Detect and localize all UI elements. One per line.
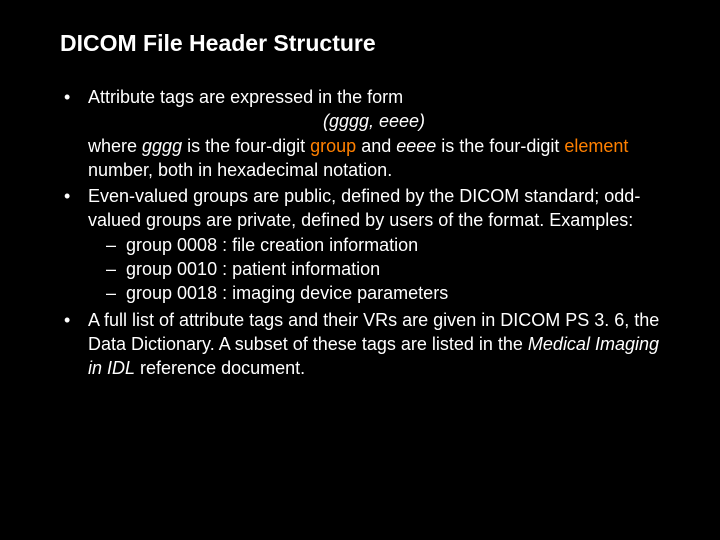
- sub-item: group 0008 : file creation information: [106, 233, 660, 257]
- bullet-item: Attribute tags are expressed in the form…: [60, 85, 660, 182]
- bullet-text: Even-valued groups are public, defined b…: [88, 186, 640, 230]
- sub-item: group 0010 : patient information: [106, 257, 660, 281]
- sub-list: group 0008 : file creation information g…: [106, 233, 660, 306]
- bullet-item: A full list of attribute tags and their …: [60, 308, 660, 381]
- tag-form-notation: (gggg, eeee): [88, 109, 660, 133]
- var-gggg: gggg: [142, 136, 182, 156]
- bullet-text: Attribute tags are expressed in the form: [88, 87, 403, 107]
- keyword-element: element: [564, 136, 628, 156]
- bullet-item: Even-valued groups are public, defined b…: [60, 184, 660, 305]
- var-eeee: eeee: [396, 136, 436, 156]
- bullet-text: where gggg is the four-digit group and e…: [88, 136, 628, 180]
- slide: DICOM File Header Structure Attribute ta…: [0, 0, 720, 540]
- sub-item: group 0018 : imaging device parameters: [106, 281, 660, 305]
- keyword-group: group: [310, 136, 356, 156]
- bullet-list: Attribute tags are expressed in the form…: [60, 85, 660, 381]
- bullet-text: A full list of attribute tags and their …: [88, 310, 659, 379]
- slide-title: DICOM File Header Structure: [60, 30, 660, 57]
